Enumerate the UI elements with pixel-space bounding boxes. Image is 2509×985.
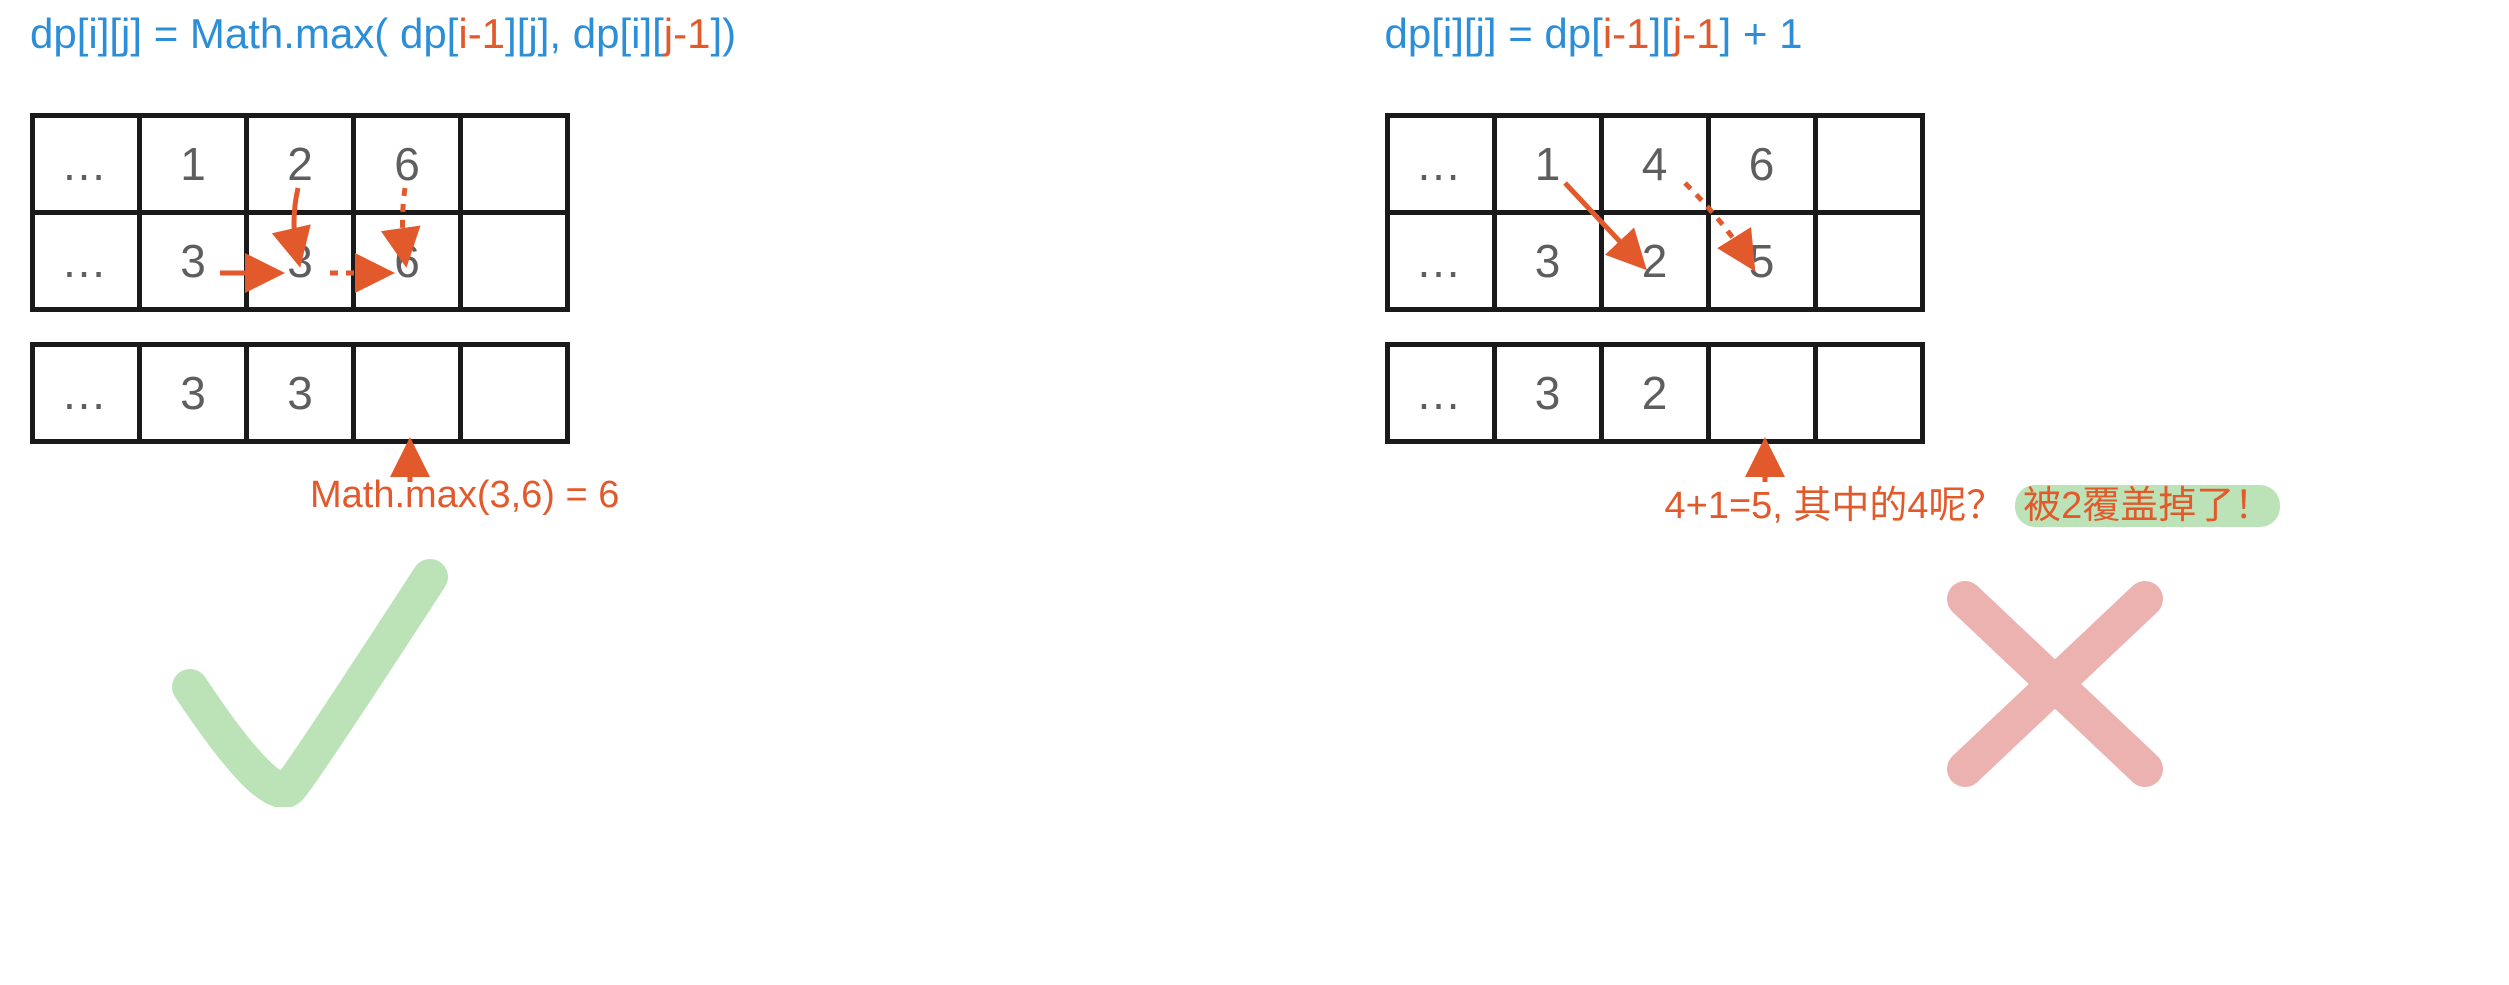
cell: … bbox=[1387, 213, 1494, 310]
formula-highlight: i-1 bbox=[458, 10, 505, 57]
grid-2d-right: … 1 4 6 … 3 2 5 bbox=[1385, 113, 1925, 312]
cross-icon bbox=[1925, 559, 2480, 814]
grid-1d-left: … 3 3 bbox=[30, 342, 570, 444]
cell: … bbox=[1387, 345, 1494, 442]
cell bbox=[1708, 345, 1815, 442]
cell: 2 bbox=[1601, 345, 1708, 442]
checkmark-icon bbox=[150, 547, 1125, 812]
cell: 5 bbox=[1708, 213, 1815, 310]
cell: 6 bbox=[354, 213, 461, 310]
cell: 6 bbox=[1708, 116, 1815, 213]
formula-right: dp[i][j] = dp[i-1][j-1] + 1 bbox=[1385, 10, 2480, 58]
formula-left: dp[i][j] = Math.max( dp[i-1][j], dp[i][j… bbox=[30, 10, 1125, 58]
cell bbox=[1815, 213, 1922, 310]
cell: 2 bbox=[247, 116, 354, 213]
cell: 1 bbox=[1494, 116, 1601, 213]
cell: … bbox=[33, 213, 140, 310]
cell bbox=[461, 345, 568, 442]
formula-highlight: i-1 bbox=[1603, 10, 1650, 57]
cell: … bbox=[33, 116, 140, 213]
cell: 1 bbox=[140, 116, 247, 213]
formula-text: dp[i][j] = Math.max( dp[ bbox=[30, 10, 458, 57]
cell: 3 bbox=[140, 213, 247, 310]
cell: 2 bbox=[1601, 213, 1708, 310]
formula-highlight: j-1 bbox=[664, 10, 711, 57]
cell bbox=[1815, 345, 1922, 442]
formula-text: ][ bbox=[1650, 10, 1673, 57]
explain-highlight: 被2覆盖掉了！ bbox=[2015, 485, 2280, 527]
cell bbox=[354, 345, 461, 442]
formula-text: ] + 1 bbox=[1720, 10, 1803, 57]
explain-right: 4+1=5, 其中的4呢？ 被2覆盖掉了！ bbox=[1665, 474, 2480, 529]
cell: 4 bbox=[1601, 116, 1708, 213]
cell bbox=[461, 116, 568, 213]
cell bbox=[461, 213, 568, 310]
formula-text: ][j], dp[i][ bbox=[505, 10, 664, 57]
formula-highlight: j-1 bbox=[1673, 10, 1720, 57]
cell: 3 bbox=[247, 345, 354, 442]
grid-1d-right: … 3 2 bbox=[1385, 342, 1925, 444]
panel-left: dp[i][j] = Math.max( dp[i-1][j], dp[i][j… bbox=[30, 10, 1125, 814]
cell: 3 bbox=[140, 345, 247, 442]
grid-2d-left: … 1 2 6 … 3 3 6 bbox=[30, 113, 570, 312]
cell: 3 bbox=[247, 213, 354, 310]
explain-left: Math.max(3,6) = 6 bbox=[310, 474, 1125, 517]
cell: … bbox=[1387, 116, 1494, 213]
cell bbox=[1815, 116, 1922, 213]
cell: … bbox=[33, 345, 140, 442]
panel-right: dp[i][j] = dp[i-1][j-1] + 1 … 1 4 6 … 3 … bbox=[1385, 10, 2480, 814]
cell: 3 bbox=[1494, 345, 1601, 442]
cell: 6 bbox=[354, 116, 461, 213]
formula-text: dp[i][j] = dp[ bbox=[1385, 10, 1603, 57]
explain-text: 4+1=5, 其中的4呢？ bbox=[1665, 485, 2005, 527]
formula-text: ]) bbox=[710, 10, 736, 57]
cell: 3 bbox=[1494, 213, 1601, 310]
